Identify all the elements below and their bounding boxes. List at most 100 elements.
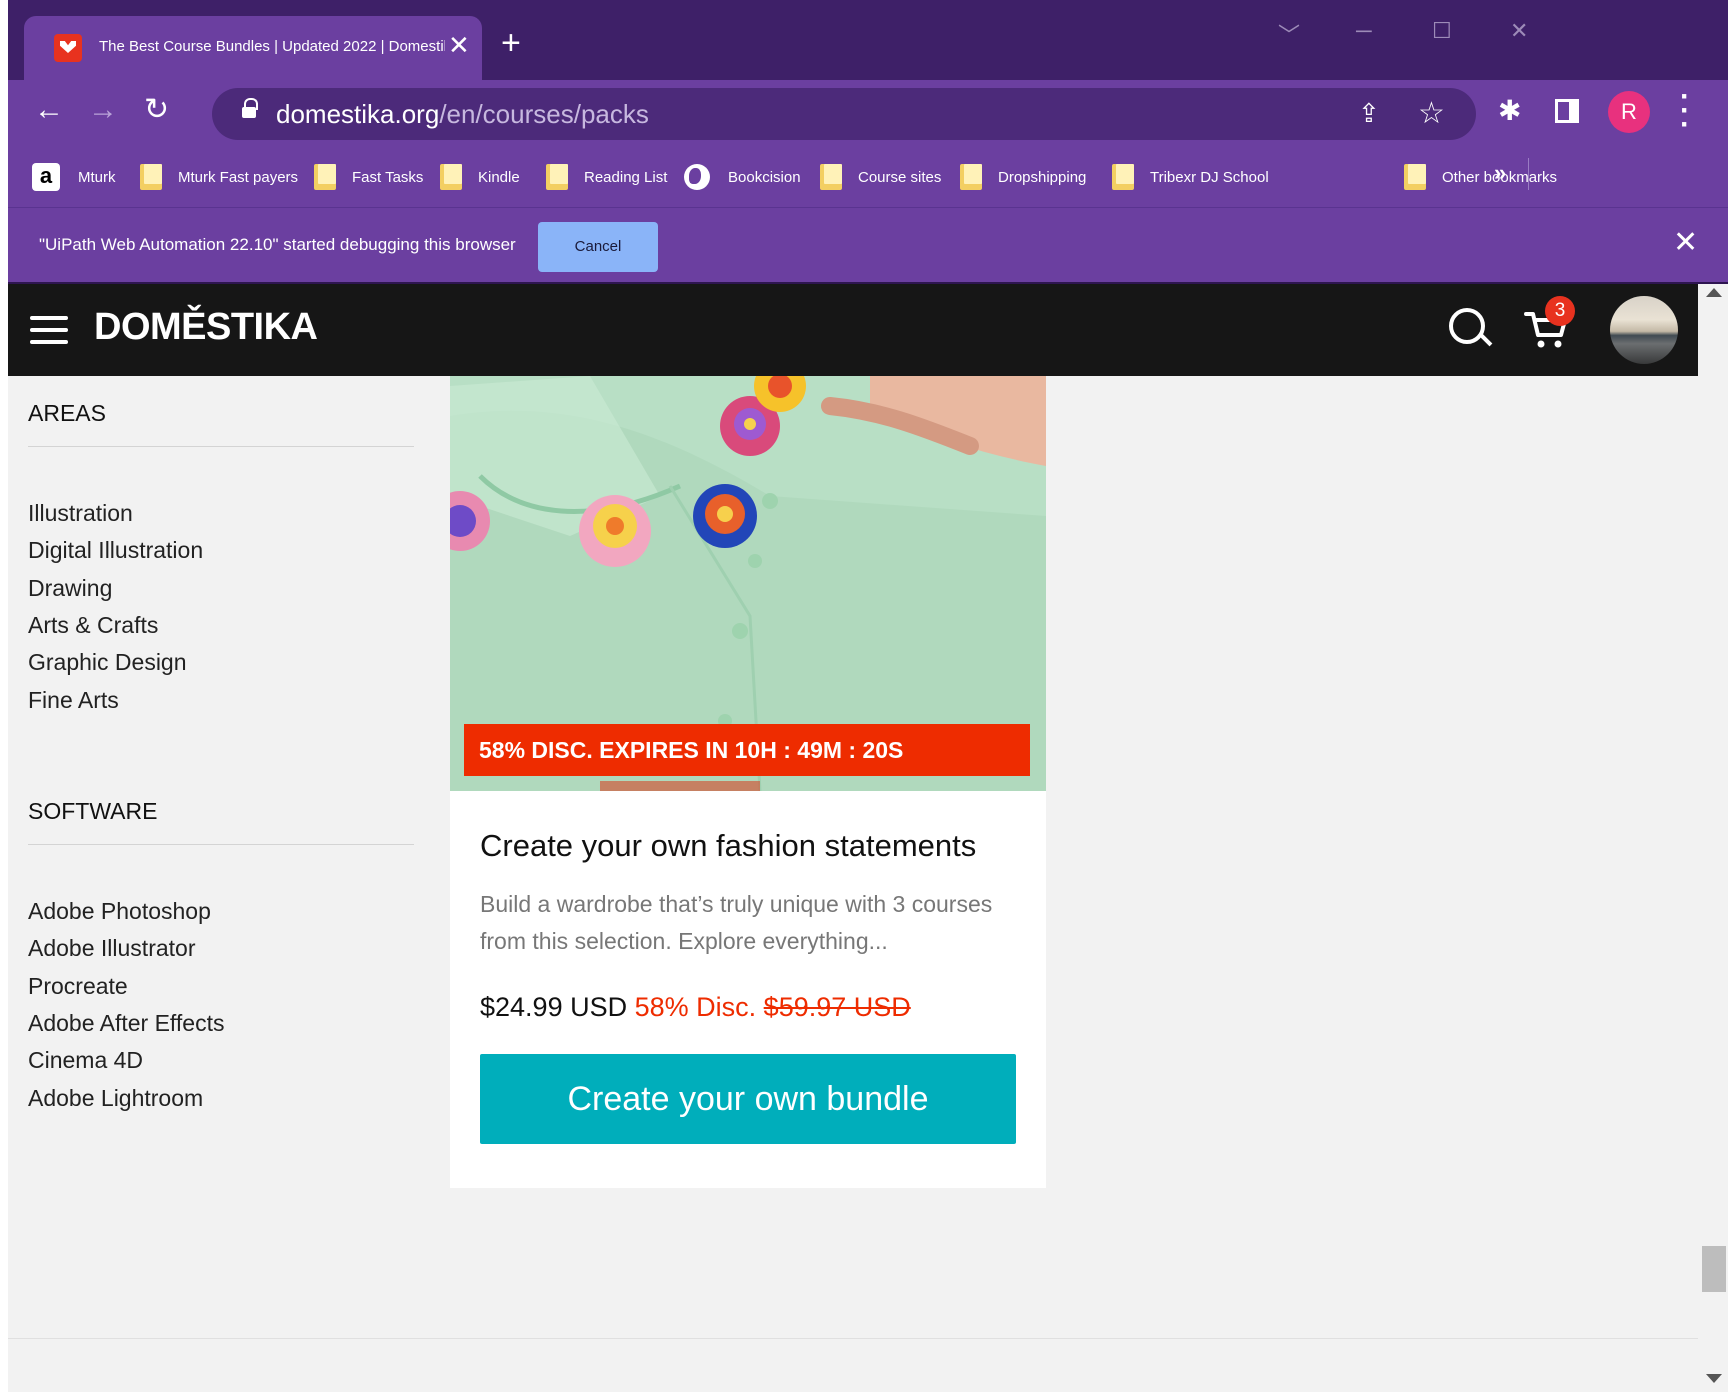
scroll-up-icon[interactable] [1706, 288, 1722, 297]
folder-icon [820, 164, 842, 190]
area-link-drawing[interactable]: Drawing [28, 575, 112, 602]
bundle-description: Build a wardrobe that’s truly unique wit… [480, 891, 993, 954]
area-link-fine-arts[interactable]: Fine Arts [28, 687, 119, 714]
bookmark-mturk-fast-payers[interactable]: Mturk Fast payers [140, 164, 298, 190]
cancel-debugging-button[interactable]: Cancel [538, 222, 658, 272]
software-link-illustrator[interactable]: Adobe Illustrator [28, 935, 195, 962]
original-price: $59.97 USD [763, 992, 911, 1022]
extensions-puzzle-icon[interactable]: ✱ [1498, 94, 1521, 127]
software-divider [28, 844, 414, 845]
discount-countdown-banner: 58% DISC. EXPIRES IN 10H : 49M : 20S [464, 724, 1030, 776]
bookmark-star-icon[interactable]: ☆ [1418, 96, 1445, 131]
discount-label: 58% Disc. [634, 992, 757, 1022]
bookmarks-bar: a Mturk Mturk Fast payers Fast Tasks Kind… [8, 144, 1728, 208]
hamburger-menu-icon[interactable] [30, 316, 68, 344]
web-page: DOMĚSTIKA 3 AREAS Illustration Digital I… [8, 284, 1728, 1392]
reload-icon[interactable]: ↻ [144, 94, 169, 126]
folder-icon [960, 164, 982, 190]
bookmark-fast-tasks[interactable]: Fast Tasks [314, 164, 423, 190]
folder-icon [140, 164, 162, 190]
side-panel-icon[interactable] [1555, 99, 1579, 123]
bookmark-label: Dropshipping [998, 168, 1087, 186]
domestika-logo[interactable]: DOMĚSTIKA [94, 306, 318, 349]
bookmark-dropshipping[interactable]: Dropshipping [960, 164, 1086, 190]
other-bookmarks[interactable]: Other bookmarks [1404, 164, 1557, 190]
share-icon[interactable]: ⇪ [1358, 98, 1380, 129]
tab-title: The Best Course Bundles | Updated 2022 |… [99, 38, 445, 55]
bookmark-label: Other bookmarks [1442, 168, 1558, 186]
new-tab-button[interactable]: + [501, 26, 521, 60]
site-header: DOMĚSTIKA 3 [8, 284, 1698, 376]
areas-divider [28, 446, 414, 447]
sequin-flower [693, 484, 757, 548]
address-bar[interactable]: domestika.org/en/courses/packs ⇪ ☆ [212, 88, 1476, 140]
software-link-after-effects[interactable]: Adobe After Effects [28, 1010, 224, 1037]
software-link-lightroom[interactable]: Adobe Lightroom [28, 1085, 203, 1112]
area-link-illustration[interactable]: Illustration [28, 500, 133, 527]
close-infobar-icon[interactable]: ✕ [1673, 228, 1698, 258]
user-avatar[interactable] [1610, 296, 1678, 364]
debugging-message: "UiPath Web Automation 22.10" started de… [39, 235, 516, 254]
lock-icon[interactable] [242, 98, 258, 120]
bookmark-tribexr-dj-school[interactable]: Tribexr DJ School [1112, 164, 1269, 190]
close-tab-icon[interactable]: ✕ [448, 30, 470, 60]
bookmark-label: Kindle [478, 168, 520, 186]
minimize-icon[interactable]: ─ [1356, 18, 1372, 44]
browser-window: The Best Course Bundles | Updated 2022 |… [8, 0, 1728, 1392]
folder-icon [314, 164, 336, 190]
more-menu-icon[interactable]: · · · [1678, 82, 1692, 140]
back-icon[interactable]: ← [34, 94, 64, 126]
forward-icon[interactable]: → [88, 94, 118, 126]
sequin-flower [579, 495, 651, 567]
bundle-title[interactable]: Create your own fashion statements [480, 828, 976, 864]
bookmark-label: Mturk [78, 168, 116, 186]
maximize-icon[interactable]: ☐ [1432, 18, 1452, 44]
debugging-infobar: "UiPath Web Automation 22.10" started de… [8, 208, 1728, 284]
page-scrollbar[interactable] [1698, 284, 1728, 1392]
tab-search-icon[interactable]: ﹀ [1278, 18, 1300, 50]
close-window-icon[interactable]: ✕ [1510, 18, 1528, 44]
search-icon[interactable] [1449, 308, 1485, 344]
tab-active[interactable]: The Best Course Bundles | Updated 2022 |… [24, 16, 482, 80]
browser-toolbar: ← → ↻ domestika.org/en/courses/packs ⇪ ☆… [8, 80, 1728, 144]
folder-icon [1112, 164, 1134, 190]
bookmark-label: Fast Tasks [352, 168, 424, 186]
bookmark-label: Mturk Fast payers [178, 168, 299, 186]
area-link-arts-crafts[interactable]: Arts & Crafts [28, 612, 158, 639]
area-link-graphic-design[interactable]: Graphic Design [28, 649, 187, 676]
bookmark-kindle[interactable]: Kindle [440, 164, 520, 190]
areas-heading: AREAS [28, 400, 106, 426]
bookmark-label: Course sites [858, 168, 942, 186]
bookmark-reading-list[interactable]: Reading List [546, 164, 667, 190]
url-text[interactable]: domestika.org/en/courses/packs [276, 99, 649, 130]
domestika-favicon-icon [54, 34, 82, 62]
bookmark-label: Bookcision [728, 168, 801, 186]
bookmark-mturk[interactable]: a Mturk [32, 163, 116, 191]
software-heading: SOFTWARE [28, 798, 158, 824]
profile-avatar[interactable]: R [1608, 91, 1650, 133]
scrollbar-thumb[interactable] [1702, 1246, 1726, 1292]
globe-icon [684, 164, 710, 190]
current-price: $24.99 USD [480, 992, 628, 1022]
software-link-photoshop[interactable]: Adobe Photoshop [28, 898, 211, 925]
bookmark-label: Tribexr DJ School [1150, 168, 1269, 186]
url-path: /en/courses/packs [439, 99, 649, 129]
cart-count-badge: 3 [1545, 296, 1575, 326]
bundle-card[interactable]: 58% DISC. EXPIRES IN 10H : 49M : 20S Cre… [450, 376, 1046, 1188]
amazon-icon: a [32, 163, 60, 191]
tab-strip: The Best Course Bundles | Updated 2022 |… [8, 0, 1728, 80]
area-link-digital-illustration[interactable]: Digital Illustration [28, 537, 203, 564]
folder-icon [546, 164, 568, 190]
price-row: $24.99 USD 58% Disc. $59.97 USD [480, 992, 911, 1023]
folder-icon [1404, 164, 1426, 190]
url-host: domestika.org [276, 99, 440, 129]
scroll-down-icon[interactable] [1706, 1374, 1722, 1383]
bookmark-label: Reading List [584, 168, 668, 186]
folder-icon [440, 164, 462, 190]
create-bundle-button[interactable]: Create your own bundle [480, 1054, 1016, 1144]
bookmark-course-sites[interactable]: Course sites [820, 164, 941, 190]
software-link-procreate[interactable]: Procreate [28, 973, 128, 1000]
footer-divider [8, 1338, 1698, 1339]
bookmark-bookcision[interactable]: Bookcision [684, 164, 801, 190]
software-link-cinema-4d[interactable]: Cinema 4D [28, 1047, 143, 1074]
